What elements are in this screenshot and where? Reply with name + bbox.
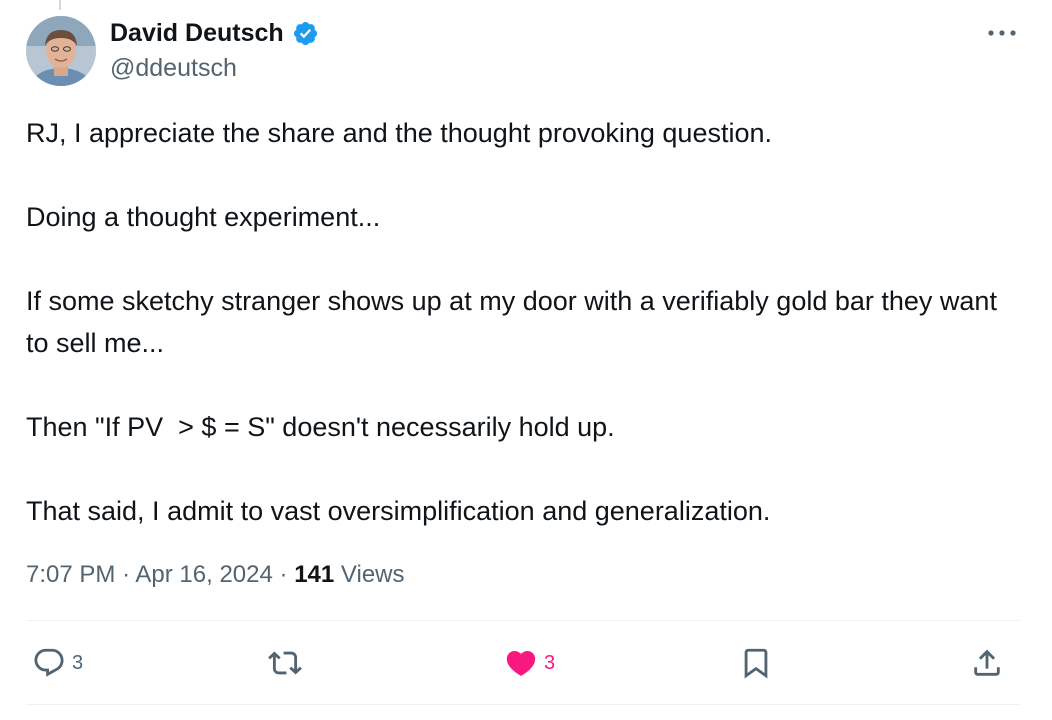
tweet-paragraph: Then "If PV > $ = S" doesn't necessarily… [26,412,615,442]
author-handle[interactable]: @ddeutsch [110,52,237,84]
tweet-paragraph: Doing a thought experiment... [26,202,381,232]
reply-icon [34,648,64,677]
tweet-text: RJ, I appreciate the share and the thoug… [26,112,1026,574]
tweet-time[interactable]: 7:07 PM [26,561,115,588]
avatar[interactable] [26,16,96,86]
meta-separator: · [279,561,288,588]
bookmark-button[interactable] [739,640,773,686]
author-name-row[interactable]: David Deutsch [110,16,319,50]
views-label: Views [340,561,405,588]
like-count: 3 [544,651,556,674]
bookmark-icon [744,648,768,679]
tweet-card: David Deutsch @ddeutsch RJ, I appreciate… [0,0,1052,720]
divider-bottom [26,704,1020,705]
tweet-paragraph: If some sketchy stranger shows up at my … [26,286,1005,358]
share-button[interactable] [970,640,1004,686]
tweet-date[interactable]: Apr 16, 2024 [135,561,272,588]
divider-top [26,620,1020,621]
author-display-name[interactable]: David Deutsch [110,16,284,50]
share-icon [974,649,1000,676]
like-button[interactable]: 3 [504,640,555,686]
tweet-paragraph: That said, I admit to vast oversimplific… [26,496,771,526]
heart-icon [506,650,536,676]
verified-badge-icon[interactable] [292,20,319,47]
reply-count: 3 [72,651,84,674]
retweet-icon [268,651,302,675]
views-count: 141 [294,561,335,588]
tweet-metadata: 7:07 PM · Apr 16, 2024 · 141 Views [26,558,405,592]
reply-button[interactable]: 3 [32,640,83,686]
tweet-paragraph: RJ, I appreciate the share and the thoug… [26,118,772,148]
retweet-button[interactable] [268,640,308,686]
meta-separator: · [122,561,131,588]
avatar-portrait [26,16,96,86]
more-options-icon[interactable] [984,20,1020,46]
action-bar: 3 3 [0,640,1052,686]
